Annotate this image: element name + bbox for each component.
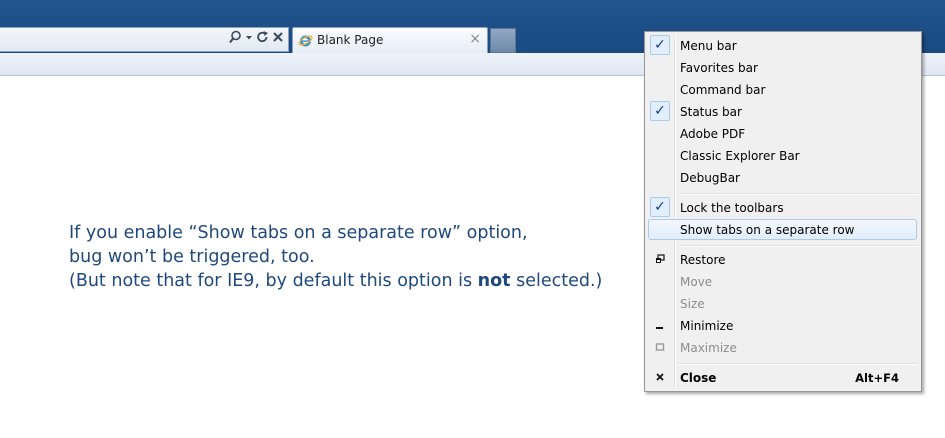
address-bar-buttons	[229, 30, 284, 50]
toolbar-context-menu: ✓ Menu bar Favorites bar Command bar ✓ S…	[644, 31, 922, 392]
menu-item-classic-explorer-bar[interactable]: Classic Explorer Bar	[647, 145, 919, 167]
checkmark-icon: ✓	[650, 35, 670, 55]
menu-item-label: Classic Explorer Bar	[680, 149, 800, 163]
restore-icon	[655, 254, 665, 264]
menu-item-debugbar[interactable]: DebugBar	[647, 167, 919, 189]
checkmark-icon: ✓	[650, 101, 670, 121]
menu-item-label: Show tabs on a separate row	[680, 223, 855, 237]
tab-close-button[interactable]: ×	[469, 31, 481, 47]
menu-item-favorites-bar[interactable]: Favorites bar	[647, 57, 919, 79]
menu-item-label: Close	[680, 371, 717, 385]
menu-item-label: Move	[680, 275, 713, 289]
menu-item-restore[interactable]: Restore	[647, 249, 919, 271]
menu-item-label: Favorites bar	[680, 61, 758, 75]
menu-item-command-bar[interactable]: Command bar	[647, 79, 919, 101]
tab-title: Blank Page	[317, 33, 384, 47]
menu-separator	[678, 193, 918, 195]
annotation-text: If you enable “Show tabs on a separate r…	[69, 221, 602, 293]
refresh-icon[interactable]	[256, 30, 269, 50]
annotation-line-3-start: (But note that for IE9, by default this …	[69, 271, 478, 291]
menu-item-adobe-pdf[interactable]: Adobe PDF	[647, 123, 919, 145]
menu-item-label: Restore	[680, 253, 726, 267]
menu-item-label: Maximize	[680, 341, 737, 355]
shortcut-label: Alt+F4	[855, 371, 899, 385]
annotation-line-3-end: selected.)	[510, 271, 603, 291]
menu-separator	[678, 245, 918, 247]
menu-item-label: Adobe PDF	[680, 127, 746, 141]
menu-item-minimize[interactable]: Minimize	[647, 315, 919, 337]
annotation-line-1: If you enable “Show tabs on a separate r…	[69, 223, 528, 243]
menu-item-label: Command bar	[680, 83, 766, 97]
new-tab-button[interactable]	[490, 28, 516, 53]
menu-separator	[678, 363, 918, 365]
annotation-line-2: bug won’t be triggered, too.	[69, 247, 315, 267]
menu-item-move[interactable]: Move	[647, 271, 919, 293]
menu-item-close[interactable]: Close Alt+F4	[647, 367, 919, 389]
stop-icon[interactable]	[272, 30, 284, 50]
menu-item-show-tabs-separate-row[interactable]: Show tabs on a separate row	[647, 219, 919, 241]
menu-item-label: Minimize	[680, 319, 734, 333]
menu-item-label: Size	[680, 297, 705, 311]
menu-item-lock-toolbars[interactable]: ✓ Lock the toolbars	[647, 197, 919, 219]
menu-item-menu-bar[interactable]: ✓ Menu bar	[647, 35, 919, 57]
annotation-line-3: (But note that for IE9, by default this …	[69, 269, 602, 293]
address-bar[interactable]	[0, 27, 289, 52]
dropdown-icon[interactable]	[245, 30, 253, 50]
menu-item-maximize[interactable]: Maximize	[647, 337, 919, 359]
menu-item-size[interactable]: Size	[647, 293, 919, 315]
maximize-icon	[655, 342, 665, 352]
annotation-emphasis: not	[477, 271, 511, 291]
menu-item-label: Status bar	[680, 105, 742, 119]
checkmark-icon: ✓	[650, 197, 670, 217]
menu-item-label: Menu bar	[680, 39, 737, 53]
menu-item-status-bar[interactable]: ✓ Status bar	[647, 101, 919, 123]
menu-item-label: Lock the toolbars	[680, 201, 784, 215]
tab-blank-page[interactable]: Blank Page ×	[292, 27, 488, 53]
minimize-icon	[655, 320, 665, 330]
ie-icon	[298, 33, 313, 48]
search-icon[interactable]	[229, 30, 242, 50]
close-icon	[655, 372, 665, 382]
menu-item-label: DebugBar	[680, 171, 740, 185]
